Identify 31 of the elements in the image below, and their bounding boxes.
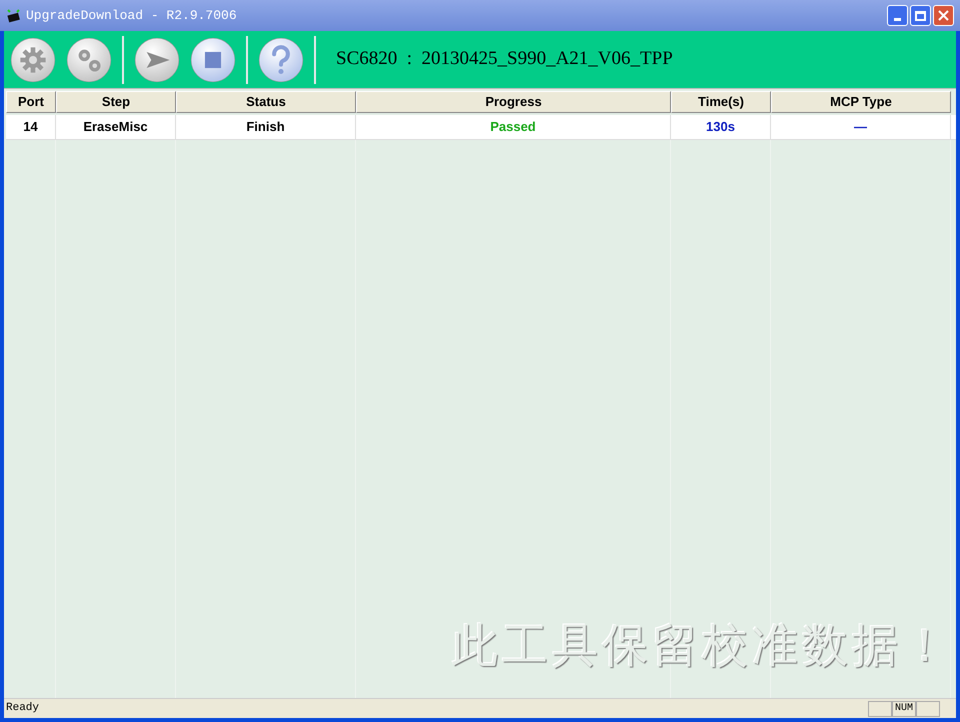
minimize-icon — [894, 18, 901, 21]
gear-icon[interactable] — [10, 36, 56, 82]
status-pane — [868, 700, 892, 716]
gears-icon[interactable] — [66, 36, 112, 82]
table-cell: Finish — [176, 115, 356, 139]
close-button[interactable] — [933, 5, 954, 26]
column-header[interactable]: Port — [6, 91, 56, 113]
column-header[interactable]: Step — [56, 91, 176, 113]
column-header[interactable]: Time(s) — [671, 91, 771, 113]
column-header[interactable]: Status — [176, 91, 356, 113]
status-text: Ready — [6, 701, 40, 716]
stop-icon[interactable] — [190, 36, 236, 82]
minimize-button[interactable] — [887, 5, 908, 26]
table-cell: Passed — [356, 115, 671, 139]
table-cell: 14 — [6, 115, 56, 139]
table-cell: EraseMisc — [56, 115, 176, 139]
status-pane — [916, 700, 940, 716]
window-title: UpgradeDownload - R2.9.7006 — [26, 6, 237, 25]
app-icon — [6, 8, 22, 22]
table-cell: 130s — [671, 115, 771, 139]
column-header[interactable]: MCP Type — [771, 91, 951, 113]
play-icon[interactable] — [134, 36, 180, 82]
maximize-button[interactable] — [910, 5, 931, 26]
maximize-icon — [915, 10, 926, 20]
column-header[interactable]: Progress — [356, 91, 671, 113]
help-icon[interactable] — [258, 36, 304, 82]
table-cell: — — [771, 115, 951, 139]
firmware-info: SC6820 : 20130425_S990_A21_V06_TPP — [336, 47, 673, 72]
annotation-text: 此工具保留校准数据！ — [452, 617, 952, 674]
num-lock-indicator: NUM — [892, 700, 916, 716]
close-icon — [938, 10, 949, 21]
